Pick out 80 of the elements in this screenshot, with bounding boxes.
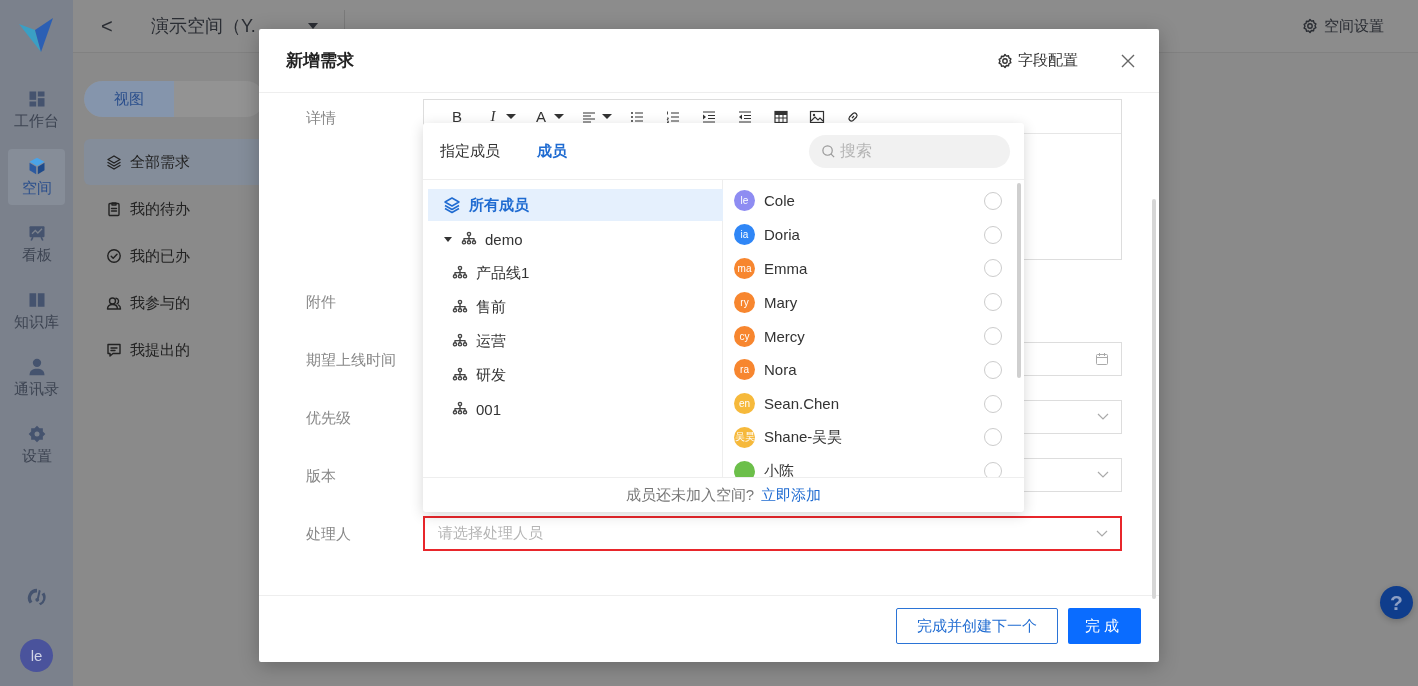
tree-item[interactable]: demo (428, 223, 723, 255)
tree-item[interactable]: 研发 (428, 359, 723, 391)
caret-icon (443, 234, 453, 244)
org-chart-icon (452, 265, 468, 281)
member-avatar: ry (734, 291, 755, 313)
settings-icon (997, 52, 1013, 69)
member-name[interactable]: Sean.Chen (764, 395, 975, 413)
hint-text: 成员还未加入空间? (625, 485, 755, 505)
member-name[interactable]: Doria (764, 226, 975, 244)
member-name[interactable]: Shane-吴昊 (764, 427, 975, 447)
font-color-button[interactable]: A (524, 103, 558, 130)
caret-icon (506, 114, 516, 119)
settings-icon (1302, 18, 1318, 34)
back-button[interactable]: < (101, 14, 151, 38)
layers-icon (443, 196, 461, 214)
dialog-title: 新增需求 (286, 50, 355, 72)
member-name[interactable]: 小陈 (764, 461, 975, 477)
field-label: 处理人 (306, 524, 352, 544)
add-now-link[interactable]: 立即添加 (761, 485, 822, 505)
tree-item[interactable]: 001 (428, 393, 723, 425)
chevron-down-icon (1097, 471, 1109, 479)
member-name[interactable]: Mary (764, 293, 975, 311)
field-label: 详情 (306, 108, 337, 128)
done-button[interactable]: 完成 (1068, 608, 1141, 644)
member-name[interactable]: Emma (764, 260, 975, 277)
italic-button[interactable]: I (476, 103, 510, 130)
indent-icon (701, 108, 717, 125)
view-item[interactable]: 我参与的 (84, 280, 271, 326)
member-name[interactable]: Cole (764, 192, 975, 210)
chevron-down-icon (1096, 529, 1108, 538)
tree-item[interactable]: 产品线1 (428, 257, 723, 289)
member-avatar: ra (734, 359, 755, 381)
search-icon (821, 143, 836, 159)
clipboard-icon (106, 201, 122, 217)
tab[interactable]: 成员 (537, 141, 567, 161)
outdent-icon (737, 108, 753, 125)
member-avatar: ia (734, 224, 755, 246)
chevron-down-icon (1097, 413, 1109, 421)
people-icon (106, 295, 122, 311)
tab[interactable]: 指定成员 (440, 141, 500, 161)
comment-icon (106, 342, 122, 358)
org-chart-icon (461, 231, 477, 247)
layers-icon (106, 154, 122, 170)
field-label: 期望上线时间 (306, 350, 397, 370)
help-button[interactable]: ? (1380, 586, 1413, 619)
tree-item[interactable]: 所有成员 (428, 189, 723, 221)
field-label: 附件 (306, 292, 337, 312)
tree-item[interactable]: 运营 (428, 325, 723, 357)
field-label: 优先级 (306, 408, 352, 428)
done-and-next-button[interactable]: 完成并创建下一个 (896, 608, 1058, 644)
member-avatar: le (734, 190, 755, 212)
segment-tab[interactable]: 视图 (84, 81, 174, 117)
member-name[interactable]: Mercy (764, 327, 975, 345)
calendar-icon (1095, 352, 1109, 366)
member-avatar: 吴昊 (734, 426, 755, 448)
table-icon (773, 108, 789, 125)
org-chart-icon (452, 299, 468, 315)
org-chart-icon (452, 333, 468, 349)
space-settings-button[interactable]: 空间设置 (1302, 16, 1384, 36)
member-avatar: cy (734, 325, 755, 347)
view-item[interactable]: 我的已办 (84, 233, 271, 279)
search-field[interactable]: 搜索 (809, 134, 1010, 168)
view-item[interactable]: 我的待办 (84, 186, 271, 232)
member-avatar: en (734, 393, 755, 415)
bold-button[interactable]: B (440, 103, 474, 130)
tree-item[interactable]: 售前 (428, 291, 723, 323)
space-title[interactable]: 演示空间（Y. (151, 14, 299, 38)
user-avatar[interactable]: le (20, 639, 53, 672)
caret-icon (602, 114, 612, 119)
caret-icon (554, 114, 564, 119)
member-avatar: ma (734, 258, 755, 279)
settings-icon (26, 424, 47, 444)
image-icon (809, 108, 825, 125)
member-name[interactable]: Nora (764, 361, 975, 379)
view-item[interactable]: 我提出的 (84, 327, 271, 373)
field-config-button[interactable]: 字段配置 (997, 51, 1078, 70)
org-chart-icon (452, 401, 468, 417)
check-circle-icon (106, 248, 122, 264)
org-chart-icon (452, 367, 468, 383)
field-label: 版本 (306, 466, 337, 486)
